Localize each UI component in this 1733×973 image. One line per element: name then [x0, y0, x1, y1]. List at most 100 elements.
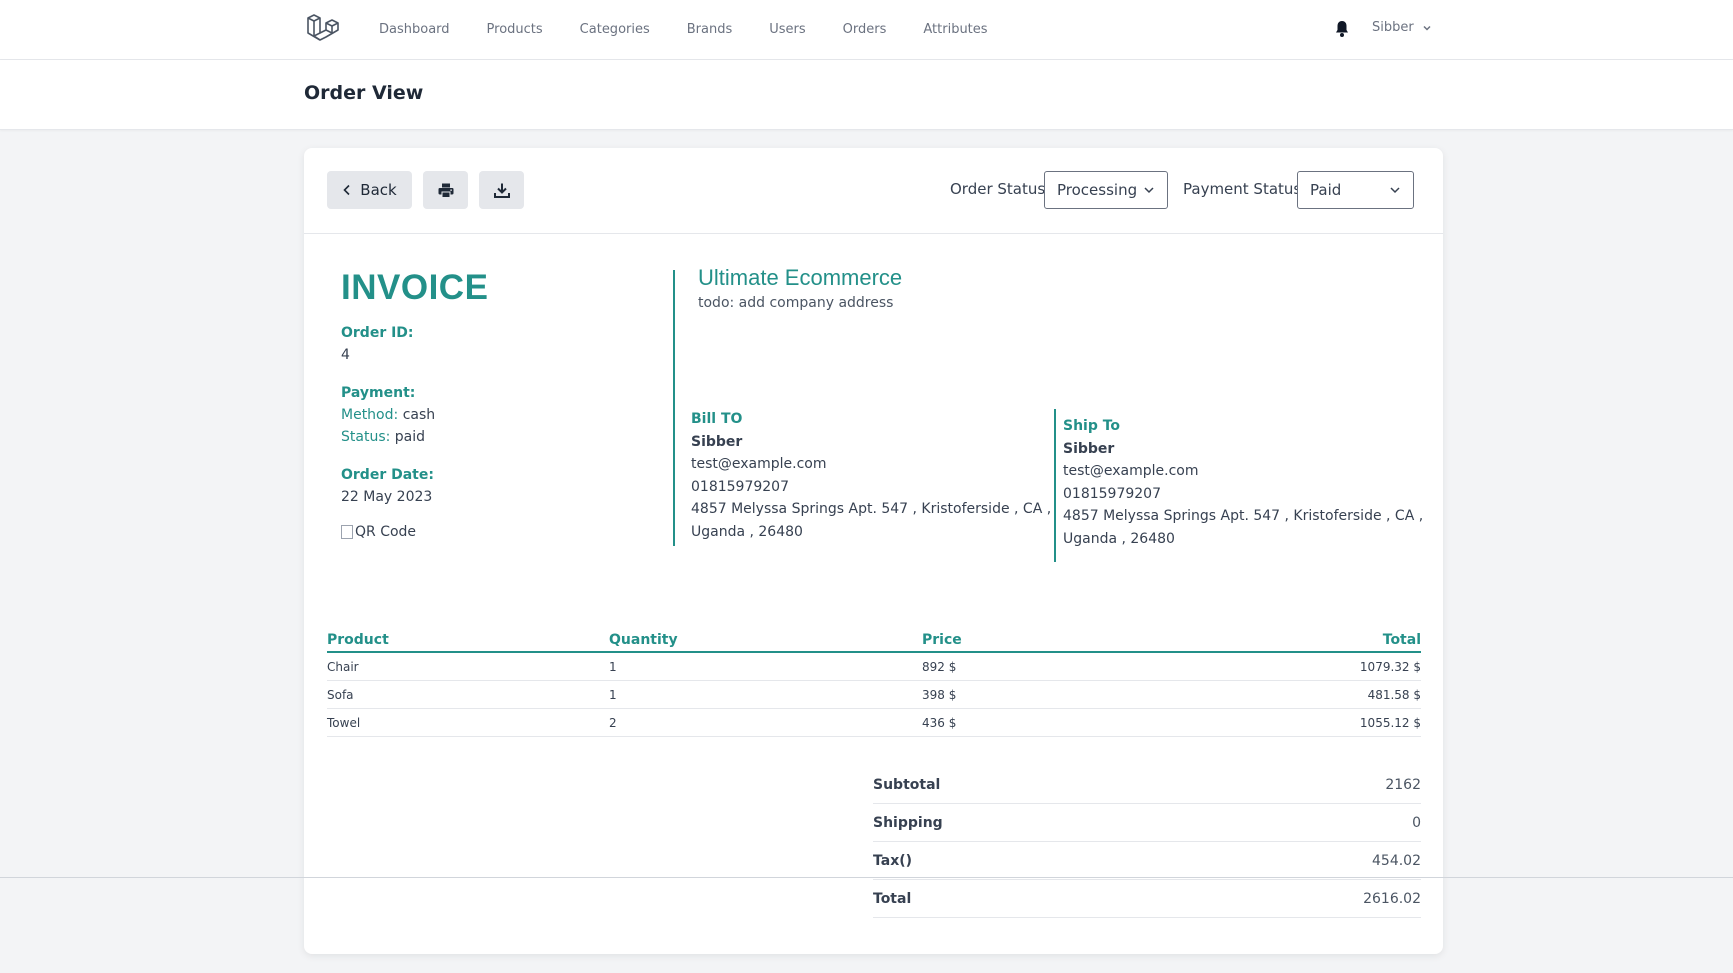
payment-status: Status: paid — [341, 429, 425, 445]
col-price: Price — [922, 632, 1122, 653]
shipping-row: Shipping 0 — [873, 804, 1421, 842]
ship-to-phone: 01815979207 — [1063, 485, 1161, 502]
page-header: Order View — [0, 60, 1733, 130]
payment-label: Payment: — [341, 385, 416, 401]
print-button[interactable] — [423, 171, 468, 209]
nav-brands[interactable]: Brands — [687, 20, 733, 40]
bill-to-email: test@example.com — [691, 456, 827, 472]
laravel-logo-icon[interactable] — [305, 13, 339, 47]
bill-to-address-line1: 4857 Melyssa Springs Apt. 547 , Kristofe… — [691, 501, 1052, 517]
ship-to-title: Ship To — [1063, 418, 1121, 434]
download-icon — [493, 183, 510, 198]
order-id-value: 4 — [341, 347, 350, 363]
row-product: Chair — [327, 652, 609, 681]
table-header-row: Product Quantity Price Total — [327, 632, 1421, 653]
payment-method: Method: cash — [341, 407, 435, 423]
order-date-label: Order Date: — [341, 467, 434, 483]
bill-to-title: Bill TO — [691, 411, 743, 427]
tax-label: Tax() — [873, 852, 913, 869]
payment-status-text-label: Status: — [341, 429, 391, 445]
total-label: Total — [873, 890, 912, 907]
order-id-label: Order ID: — [341, 325, 414, 341]
col-quantity: Quantity — [609, 632, 922, 653]
row-total: 1079.32 $ — [1122, 652, 1421, 681]
shipping-value: 0 — [1412, 814, 1421, 831]
total-value: 2616.02 — [1363, 890, 1421, 907]
row-product: Sofa — [327, 680, 609, 709]
company-name: Ultimate Ecommerce — [698, 265, 903, 290]
row-price: 398 $ — [922, 680, 1122, 709]
nav-categories[interactable]: Categories — [580, 20, 650, 40]
invoice-title: INVOICE — [341, 268, 489, 307]
ship-to-address-line1: 4857 Melyssa Springs Apt. 547 , Kristofe… — [1063, 508, 1424, 524]
back-button-label: Back — [360, 181, 397, 199]
table-row: Sofa 1 398 $ 481.58 $ — [327, 680, 1421, 709]
row-total: 1055.12 $ — [1122, 708, 1421, 737]
order-card: Back Order Status: Processing Payment St… — [304, 148, 1443, 954]
tax-row: Tax() 454.02 — [873, 842, 1421, 880]
bell-icon[interactable] — [1334, 20, 1350, 38]
nav-products[interactable]: Products — [487, 20, 543, 40]
chevron-down-icon — [1390, 187, 1400, 194]
order-items-table: Product Quantity Price Total Chair 1 892… — [327, 632, 1421, 737]
download-button[interactable] — [479, 171, 524, 209]
user-name: Sibber — [1372, 20, 1414, 35]
ship-to-address-line2: Uganda , 26480 — [1063, 530, 1175, 547]
bill-to-address-line2: Uganda , 26480 — [691, 523, 803, 540]
row-quantity: 2 — [609, 708, 922, 737]
page-title: Order View — [304, 82, 424, 104]
nav-attributes[interactable]: Attributes — [923, 20, 987, 40]
payment-status-value: Paid — [1310, 181, 1342, 199]
order-toolbar: Back Order Status: Processing Payment St… — [304, 148, 1443, 234]
nav-users[interactable]: Users — [769, 20, 805, 40]
totals-summary: Subtotal 2162 Shipping 0 Tax() 454.02 To… — [873, 766, 1421, 918]
bill-to-name: Sibber — [691, 433, 743, 450]
back-button[interactable]: Back — [327, 171, 412, 209]
payment-status-select[interactable]: Paid — [1297, 171, 1414, 209]
col-product: Product — [327, 632, 609, 653]
viewport-divider — [0, 877, 1733, 878]
main-nav: Dashboard Products Categories Brands Use… — [379, 20, 1025, 40]
nav-dashboard[interactable]: Dashboard — [379, 20, 450, 40]
chevron-down-icon — [1144, 187, 1154, 194]
bill-to-phone: 01815979207 — [691, 478, 789, 495]
payment-status-label: Payment Status: — [1183, 180, 1307, 198]
tax-value: 454.02 — [1372, 852, 1421, 869]
user-menu[interactable]: Sibber — [1372, 20, 1432, 35]
table-row: Chair 1 892 $ 1079.32 $ — [327, 652, 1421, 681]
ship-to-name: Sibber — [1063, 440, 1115, 457]
qr-code-image: QR Code — [341, 524, 416, 540]
order-status-label: Order Status: — [950, 180, 1051, 198]
row-quantity: 1 — [609, 680, 922, 709]
top-navbar: Dashboard Products Categories Brands Use… — [0, 0, 1733, 60]
total-row: Total 2616.02 — [873, 880, 1421, 918]
table-row: Towel 2 436 $ 1055.12 $ — [327, 708, 1421, 737]
shipping-label: Shipping — [873, 814, 943, 831]
payment-method-value: cash — [402, 407, 436, 423]
nav-orders[interactable]: Orders — [843, 20, 887, 40]
row-price: 436 $ — [922, 708, 1122, 737]
row-price: 892 $ — [922, 652, 1122, 681]
order-date-value: 22 May 2023 — [341, 489, 433, 505]
col-total: Total — [1122, 632, 1421, 653]
ship-to-block: Ship To Sibber test@example.com 01815979… — [1063, 415, 1423, 550]
ship-to-email: test@example.com — [1063, 463, 1199, 479]
bill-to-block: Bill TO Sibber test@example.com 01815979… — [691, 408, 1051, 543]
order-status-select[interactable]: Processing — [1044, 171, 1168, 209]
payment-status-text-value: paid — [394, 429, 426, 445]
order-status-value: Processing — [1057, 181, 1138, 199]
company-divider — [673, 270, 675, 546]
company-address: todo: add company address — [698, 295, 894, 311]
ship-to-divider — [1054, 409, 1056, 562]
subtotal-row: Subtotal 2162 — [873, 766, 1421, 804]
row-total: 481.58 $ — [1122, 680, 1421, 709]
broken-image-icon — [341, 525, 353, 539]
printer-icon — [438, 183, 453, 198]
subtotal-label: Subtotal — [873, 776, 941, 793]
qr-code-alt: QR Code — [355, 524, 417, 540]
chevron-left-icon — [343, 184, 350, 196]
chevron-down-icon — [1423, 25, 1431, 31]
subtotal-value: 2162 — [1385, 776, 1421, 793]
row-product: Towel — [327, 708, 609, 737]
row-quantity: 1 — [609, 652, 922, 681]
